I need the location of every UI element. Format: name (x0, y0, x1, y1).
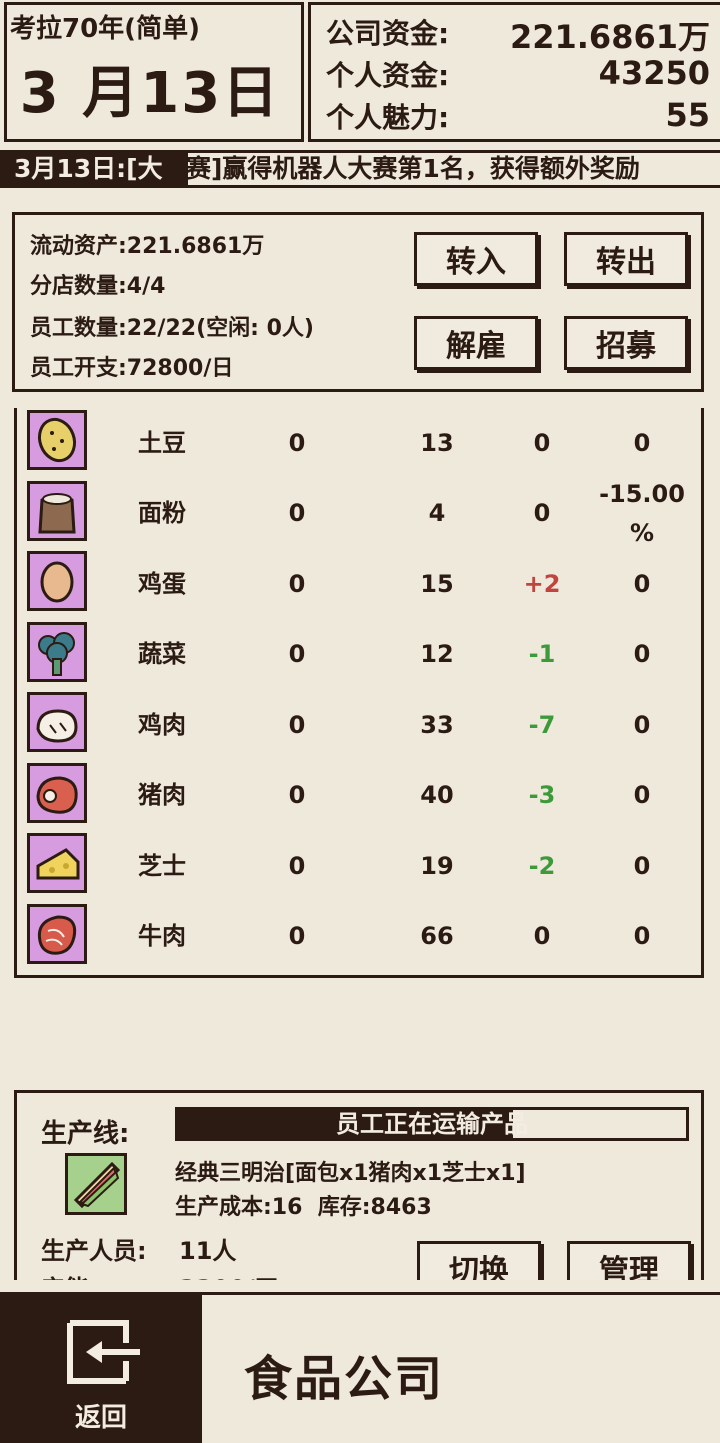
ingredient-row[interactable]: 蔬菜 0 12 -1 0 (17, 620, 701, 690)
ingredient-col-a: 0 (288, 851, 306, 880)
news-ticker: 3月13日:[大 赛]赢得机器人大赛第1名，获得额外奖励 (0, 150, 720, 188)
ingredient-stock: 66 (420, 922, 454, 951)
ingredient-col-d: 0 (633, 851, 651, 880)
ingredient-change: -7 (528, 710, 556, 739)
ingredient-row[interactable]: 面粉 0 4 0 -15.00 % (17, 479, 701, 549)
production-line-label: 生产线: (41, 1119, 130, 1149)
liquid-assets: 流动资产:221.6861万 (30, 234, 265, 259)
company-funds-value: 221.6861万 (509, 18, 710, 56)
ingredient-change: -3 (528, 781, 556, 810)
news-date: 3月13日:[大 (0, 153, 188, 185)
ingredient-col-a: 0 (288, 922, 306, 951)
capacity-value: 3300/天 (179, 1269, 279, 1280)
production-staff-value: 11人 (179, 1237, 237, 1265)
capacity-label: 产能: (41, 1269, 99, 1280)
ingredient-stock: 19 (420, 851, 454, 880)
ingredient-change: +2 (523, 569, 561, 598)
era-label: 考拉70年(简单) (10, 14, 200, 44)
chicken-icon (27, 692, 87, 752)
personal-funds-value: 43250 (598, 54, 710, 92)
current-date: 3 月13日 (19, 61, 281, 126)
back-label: 返回 (74, 1403, 127, 1433)
ingredient-col-a: 0 (288, 710, 306, 739)
ingredient-stock: 33 (420, 710, 454, 739)
ingredient-col-d: 0 (633, 569, 651, 598)
potato-icon (27, 410, 87, 470)
ingredient-stock: 4 (428, 499, 446, 528)
ingredient-name: 蔬菜 (138, 640, 186, 669)
ingredient-change: 0 (533, 499, 551, 528)
ingredient-name: 面粉 (138, 499, 186, 528)
ingredient-change: 0 (533, 428, 551, 457)
ingredient-row[interactable]: 鸡肉 0 33 -7 0 (17, 690, 701, 760)
recipe-text: 经典三明治[面包x1猪肉x1芝士x1] (175, 1161, 526, 1186)
fire-button[interactable]: 解雇 (414, 316, 538, 370)
ingredient-stock: 40 (420, 781, 454, 810)
company-funds-row: 公司资金: 221.6861万 (326, 12, 710, 58)
ingredient-change: -1 (528, 640, 556, 669)
egg-icon (27, 551, 87, 611)
ingredient-col-a: 0 (288, 781, 306, 810)
ingredient-row[interactable]: 芝士 0 19 -2 0 (17, 831, 701, 901)
personal-funds-row: 个人资金: 43250 (326, 54, 710, 94)
ingredient-name: 牛肉 (138, 922, 186, 951)
ingredient-col-d: -15.00 % (599, 480, 685, 547)
pork-icon (27, 762, 87, 823)
charm-row: 个人魅力: 55 (326, 96, 710, 136)
ingredient-stock: 13 (420, 428, 454, 457)
production-panel: 生产线: 员工正在运输产品 经典三明治[面包x1猪肉x1芝士x1] 生产成本:1… (14, 1090, 704, 1280)
hire-button[interactable]: 招募 (564, 316, 688, 370)
charm-label: 个人魅力: (326, 101, 450, 134)
ingredient-col-d: 0 (633, 710, 651, 739)
switch-product-button[interactable]: 切换 (417, 1241, 541, 1280)
ingredient-col-d: 0 (633, 781, 651, 810)
personal-funds-label: 个人资金: (326, 59, 450, 92)
transfer-out-button[interactable]: 转出 (564, 232, 688, 286)
ingredient-row[interactable]: 牛肉 0 66 0 0 (17, 902, 701, 972)
cheese-icon (27, 833, 87, 893)
ingredient-col-d: 0 (633, 922, 651, 951)
ingredient-change: -2 (528, 851, 556, 880)
beef-icon (27, 903, 87, 964)
branch-count: 分店数量:4/4 (30, 274, 166, 299)
production-status: 员工正在运输产品 (336, 1110, 528, 1138)
broccoli-icon (27, 621, 87, 682)
back-button[interactable]: 返回 (0, 1295, 202, 1443)
ingredient-stock: 15 (420, 569, 454, 598)
ingredient-col-a: 0 (288, 499, 306, 528)
ingredient-name: 鸡肉 (138, 710, 186, 739)
ingredient-col-a: 0 (288, 640, 306, 669)
charm-value: 55 (665, 96, 710, 134)
ingredient-change: 0 (533, 922, 551, 951)
ingredient-row[interactable]: 猪肉 0 40 -3 0 (17, 761, 701, 831)
flour-sack-icon (27, 480, 87, 541)
ingredient-row[interactable]: 土豆 0 13 0 0 (17, 408, 701, 478)
news-text: 赛]赢得机器人大赛第1名，获得额外奖励 (186, 154, 640, 183)
company-name: 食品公司 (244, 1351, 445, 1407)
manage-production-button[interactable]: 管理 (567, 1241, 691, 1280)
exit-door-icon (67, 1320, 140, 1384)
staff-expense: 员工开支:72800/日 (30, 356, 234, 381)
company-funds-label: 公司资金: (326, 17, 450, 50)
ingredient-name: 猪肉 (138, 781, 186, 810)
ingredient-col-d: 0 (633, 640, 651, 669)
ingredient-col-a: 0 (288, 428, 306, 457)
ingredient-col-d: 0 (633, 428, 651, 457)
ingredient-stock: 12 (420, 640, 454, 669)
production-progress-bar: 员工正在运输产品 (175, 1107, 689, 1141)
ingredient-name: 土豆 (138, 428, 186, 457)
cost-stock-text: 生产成本:16 库存:8463 (175, 1195, 432, 1220)
ingredient-list[interactable]: 土豆 0 13 0 0 面粉 0 4 0 -15.00 % 鸡蛋 0 15 +2 0 蔬菜 0 12 -1 0 鸡肉 0 3… (14, 408, 704, 978)
sandwich-icon (65, 1153, 127, 1215)
ingredient-col-a: 0 (288, 569, 306, 598)
production-staff-label: 生产人员: (41, 1237, 147, 1265)
staff-count: 员工数量:22/22(空闲: 0人) (30, 316, 314, 341)
ingredient-name: 鸡蛋 (138, 569, 186, 598)
transfer-in-button[interactable]: 转入 (414, 232, 538, 286)
bottom-bar: 返回 食品公司 (0, 1292, 720, 1443)
ingredient-row[interactable]: 鸡蛋 0 15 +2 0 (17, 549, 701, 619)
ingredient-name: 芝士 (138, 851, 186, 880)
